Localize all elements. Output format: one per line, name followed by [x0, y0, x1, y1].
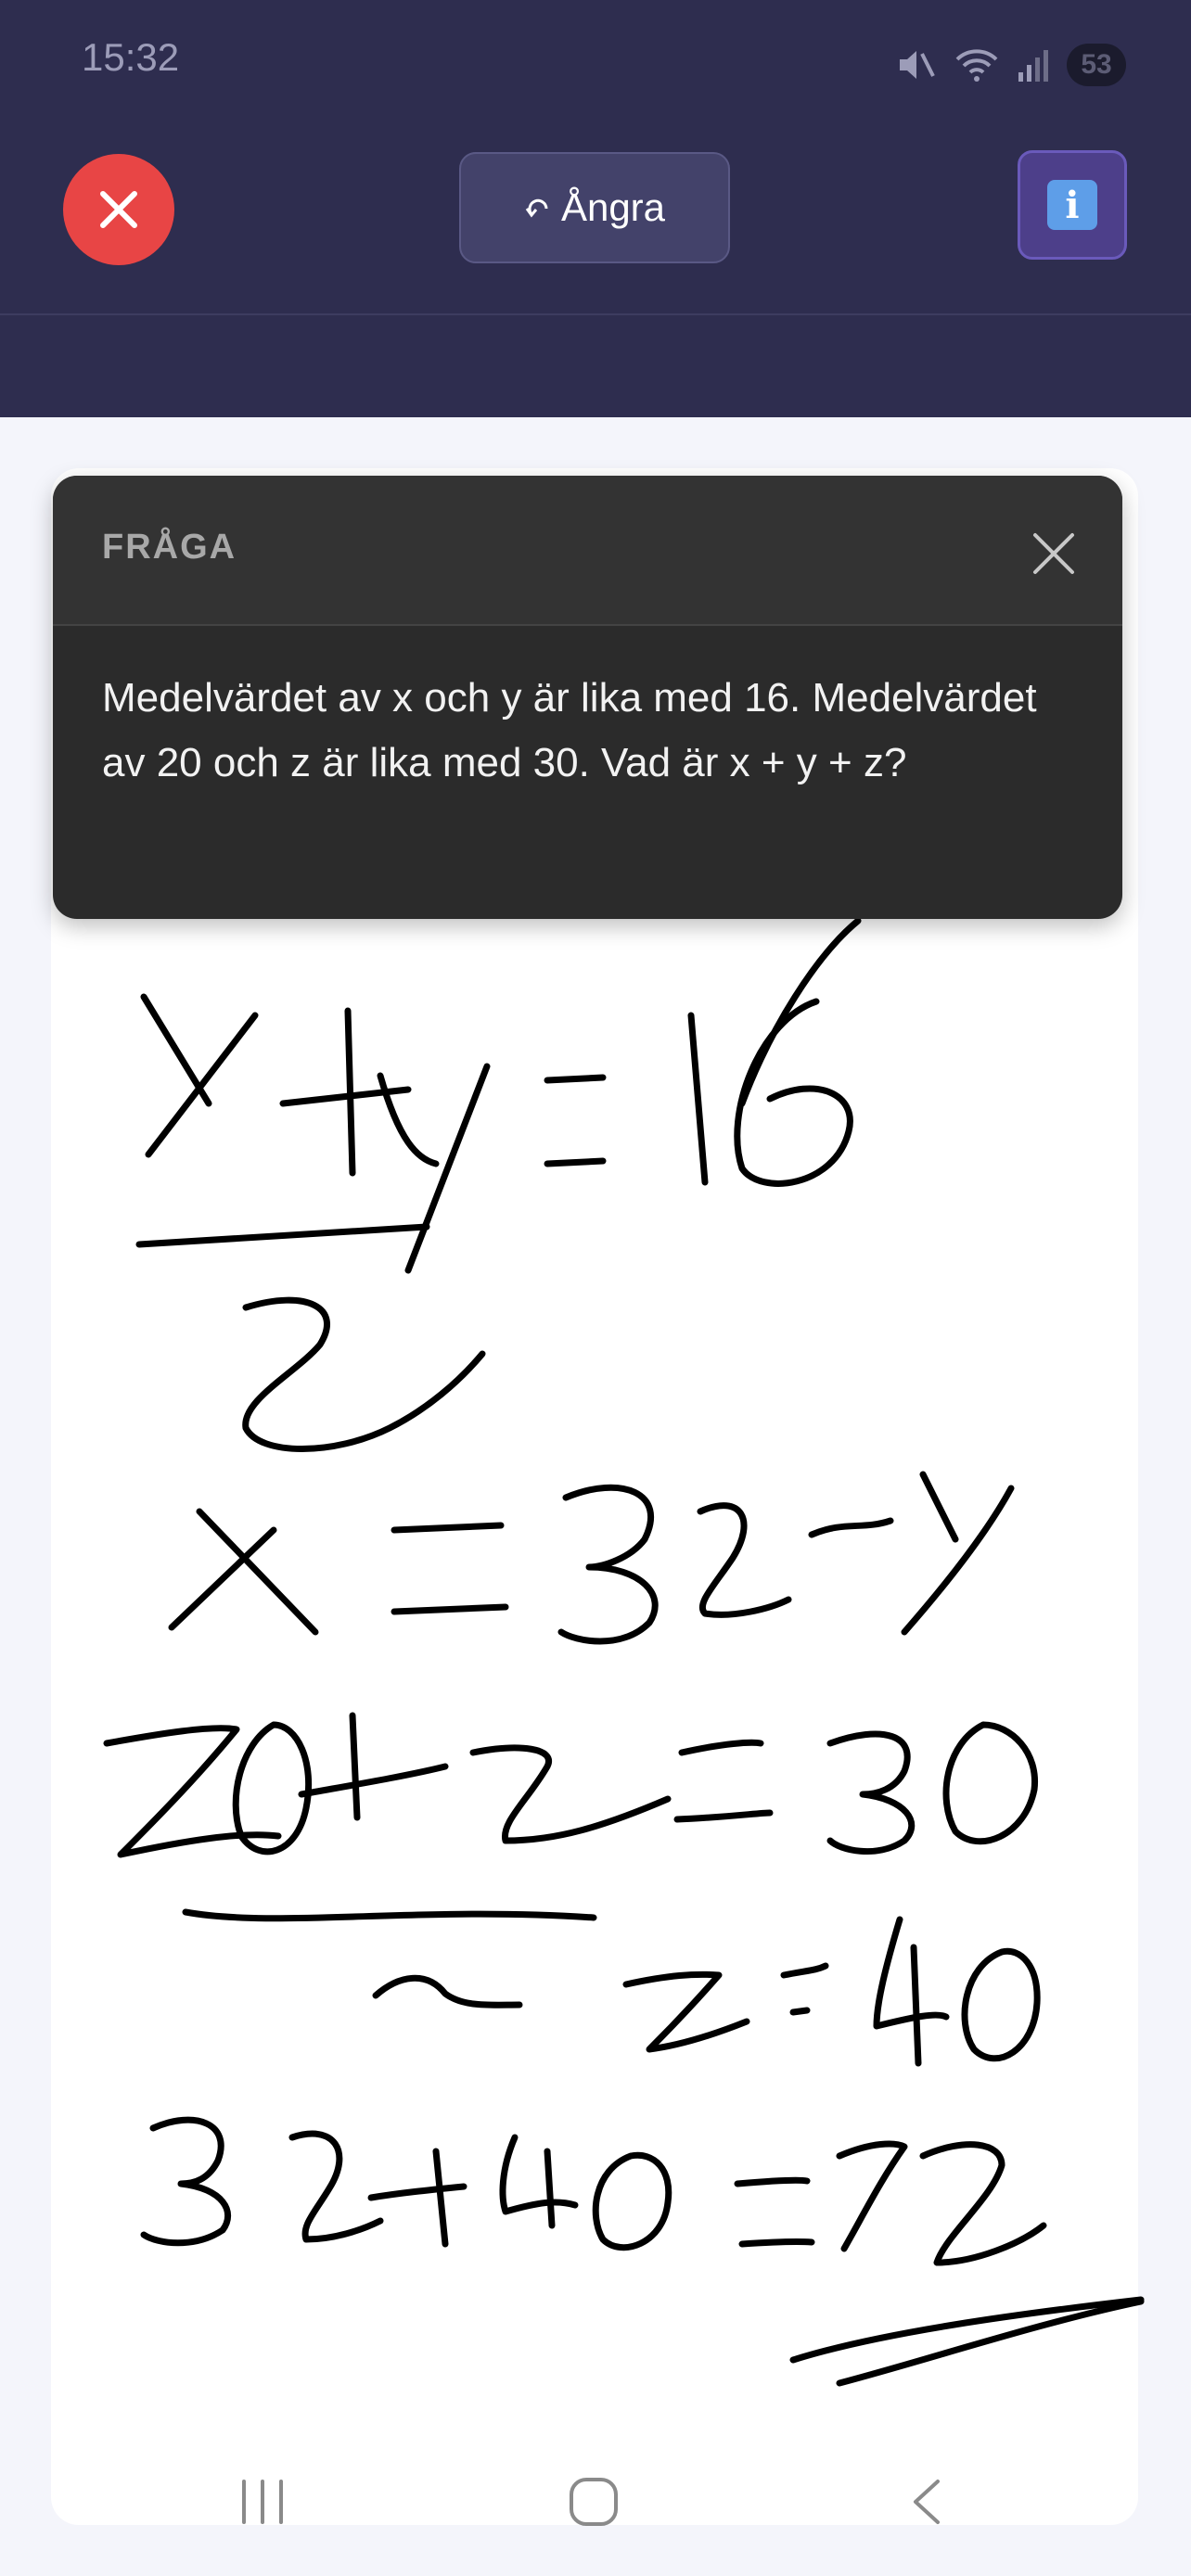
question-label: FRÅGA	[102, 528, 237, 567]
recent-apps-icon[interactable]	[237, 2476, 288, 2528]
back-icon[interactable]	[904, 2476, 951, 2528]
system-nav-bar	[0, 2448, 1191, 2550]
question-close-icon[interactable]	[1026, 526, 1082, 581]
home-icon[interactable]	[566, 2474, 621, 2530]
question-card: FRÅGA Medelvärdet av x och y är lika med…	[53, 476, 1122, 919]
question-text: Medelvärdet av x och y är lika med 16. M…	[102, 675, 1037, 785]
handwriting-layer	[103, 917, 1145, 2387]
question-header: FRÅGA	[53, 476, 1122, 626]
